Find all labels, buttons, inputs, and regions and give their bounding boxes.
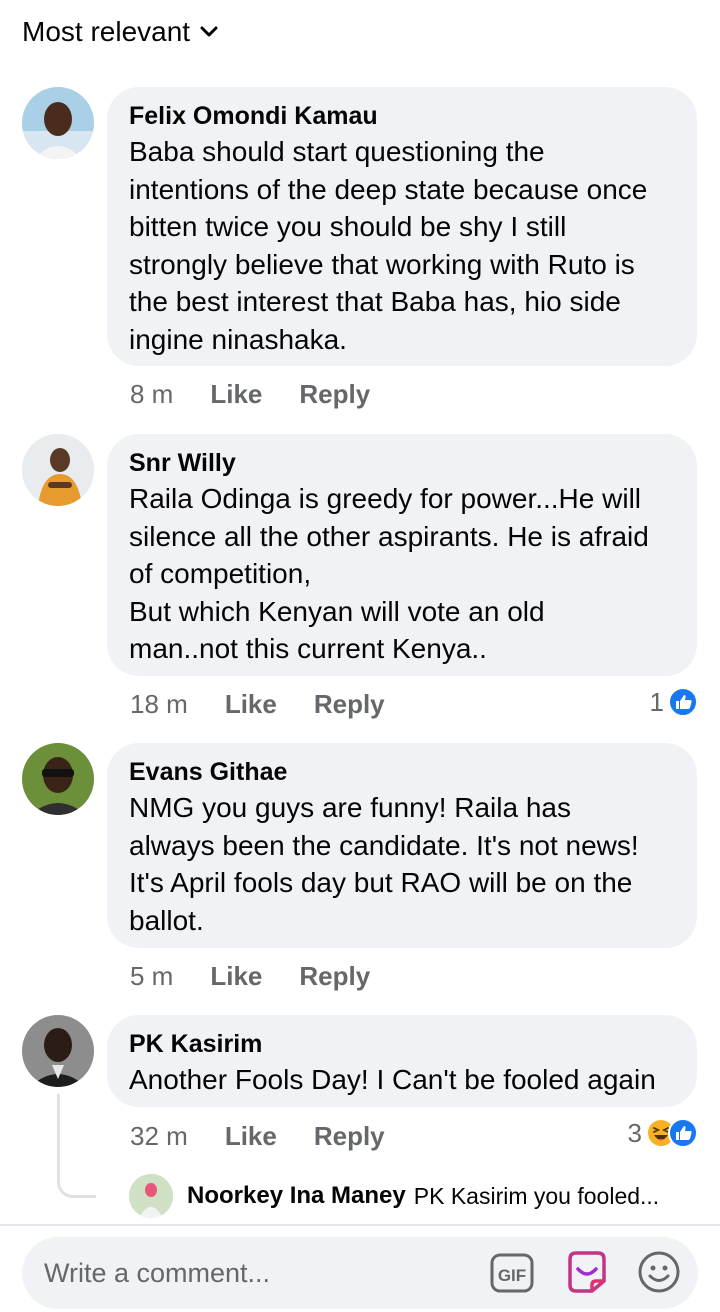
comment-time[interactable]: 8 m <box>130 379 173 410</box>
like-button[interactable]: Like <box>210 379 262 410</box>
reaction-summary[interactable]: 3 <box>628 1113 698 1153</box>
avatar[interactable] <box>22 87 94 159</box>
comment-bubble: Felix Omondi Kamau Baba should start que… <box>107 87 697 366</box>
divider <box>0 1224 720 1226</box>
reply-text: PK Kasirim you fooled... <box>413 1182 660 1209</box>
reply-button[interactable]: Reply <box>299 379 370 410</box>
like-reaction-icon <box>668 1118 698 1148</box>
emoji-icon[interactable] <box>636 1249 682 1300</box>
comment-composer[interactable]: Write a comment... GIF <box>22 1237 698 1309</box>
comment-time[interactable]: 5 m <box>130 961 173 992</box>
avatar[interactable] <box>22 434 94 506</box>
comment-actions: 8 m Like Reply <box>130 374 370 414</box>
reply-button[interactable]: Reply <box>314 1121 385 1152</box>
like-button[interactable]: Like <box>210 961 262 992</box>
reply-thread-line <box>57 1094 96 1198</box>
reply-button[interactable]: Reply <box>299 961 370 992</box>
like-button[interactable]: Like <box>225 689 277 720</box>
like-reaction-icon <box>668 687 698 717</box>
gif-icon[interactable]: GIF <box>490 1251 534 1300</box>
gif-label: GIF <box>498 1266 526 1285</box>
comment-author[interactable]: PK Kasirim <box>129 1029 675 1059</box>
reaction-count: 1 <box>649 686 664 717</box>
comment-author[interactable]: Snr Willy <box>129 448 675 478</box>
comment-time[interactable]: 32 m <box>130 1121 188 1152</box>
avatar[interactable] <box>22 743 94 815</box>
sort-dropdown[interactable]: Most relevant <box>22 14 218 50</box>
comment-bubble: Evans Githae NMG you guys are funny! Rai… <box>107 743 697 948</box>
reaction-count: 3 <box>627 1117 642 1148</box>
comment-time[interactable]: 18 m <box>130 689 188 720</box>
reaction-summary[interactable]: 1 <box>650 682 698 722</box>
comment-bubble: Snr Willy Raila Odinga is greedy for pow… <box>107 434 697 676</box>
comment-actions: 5 m Like Reply <box>130 956 370 996</box>
comment-actions: 32 m Like Reply <box>130 1116 385 1156</box>
comment-text: NMG you guys are funny! Raila has always… <box>129 792 639 936</box>
comment-text: Another Fools Day! I Can't be fooled aga… <box>129 1064 656 1095</box>
sort-label: Most relevant <box>22 16 191 47</box>
comment-author[interactable]: Evans Githae <box>129 757 675 787</box>
sticker-icon[interactable] <box>564 1249 610 1300</box>
comment-input[interactable]: Write a comment... <box>44 1237 270 1309</box>
reply-button[interactable]: Reply <box>314 689 385 720</box>
chevron-down-icon <box>200 26 218 38</box>
comment-actions: 18 m Like Reply <box>130 684 385 724</box>
reply-author[interactable]: Noorkey Ina Maney <box>187 1182 406 1210</box>
comment-text: Raila Odinga is greedy for power...He wi… <box>129 483 649 664</box>
comment-author[interactable]: Felix Omondi Kamau <box>129 101 675 131</box>
avatar[interactable] <box>129 1174 173 1218</box>
comment-text: Baba should start questioning the intent… <box>129 136 648 355</box>
reply-preview[interactable]: Noorkey Ina Maney PK Kasirim you fooled.… <box>129 1174 689 1218</box>
like-button[interactable]: Like <box>225 1121 277 1152</box>
avatar[interactable] <box>22 1015 94 1087</box>
comment-bubble: PK Kasirim Another Fools Day! I Can't be… <box>107 1015 697 1107</box>
